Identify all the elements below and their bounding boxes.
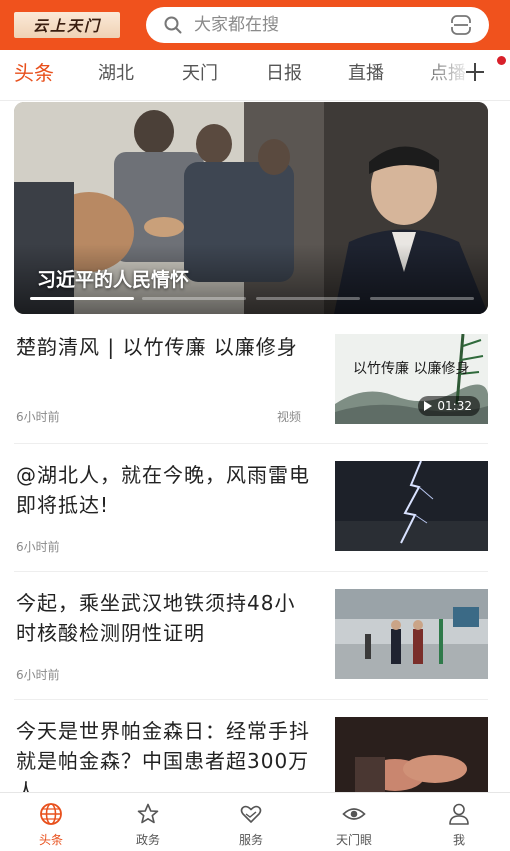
play-icon: [424, 401, 433, 411]
news-time: 6小时前: [16, 540, 60, 554]
globe-icon: [40, 803, 62, 825]
news-title: 今起，乘坐武汉地铁须持48小时核酸检测阴性证明: [16, 591, 296, 645]
news-thumbnail: [335, 461, 488, 551]
user-icon: [449, 803, 469, 825]
notification-dot: [497, 56, 506, 65]
headline-banner[interactable]: 习近平的人民情怀: [14, 102, 488, 314]
nav-government[interactable]: 政务: [97, 793, 199, 851]
scan-icon[interactable]: [450, 14, 472, 36]
nav-headlines[interactable]: 头条: [0, 793, 102, 851]
news-thumbnail: [335, 589, 488, 679]
banner-caption: 习近平的人民情怀: [37, 269, 190, 291]
video-duration: 01:32: [418, 396, 480, 416]
news-item[interactable]: 今起，乘坐武汉地铁须持48小时核酸检测阴性证明 6小时前: [14, 588, 488, 684]
tab-daily[interactable]: 日报: [266, 62, 302, 86]
search-bar[interactable]: 大家都在搜: [146, 7, 489, 43]
tab-tianmen[interactable]: 天门: [182, 62, 218, 86]
news-title: 楚韵清风 | 以竹传廉 以廉修身: [16, 335, 298, 359]
news-thumbnail: 以竹传廉 以廉修身 01:32: [335, 334, 488, 424]
divider: [14, 571, 488, 572]
news-title: @湖北人，就在今晚，风雨雷电即将抵达!: [16, 463, 310, 517]
app-header: 云上天门 大家都在搜: [0, 0, 510, 50]
tab-headlines[interactable]: 头条: [14, 61, 54, 85]
search-placeholder: 大家都在搜: [194, 15, 279, 35]
nav-label: 我: [452, 833, 465, 847]
divider: [14, 699, 488, 700]
news-item[interactable]: 楚韵清风 | 以竹传廉 以廉修身 6小时前 视频 以竹传廉 以廉修身 01:32: [14, 332, 488, 428]
tab-live[interactable]: 直播: [348, 62, 384, 86]
nav-label: 头条: [38, 833, 63, 847]
banner-dot-3: [256, 297, 360, 300]
duration-text: 01:32: [437, 399, 472, 413]
eye-icon: [342, 808, 366, 820]
news-time: 6小时前: [16, 668, 60, 682]
thumbnail-text: 以竹传廉 以廉修身: [353, 361, 470, 377]
nav-label: 天门眼: [335, 833, 372, 847]
news-item[interactable]: @湖北人，就在今晚，风雨雷电即将抵达! 6小时前: [14, 460, 488, 556]
news-time: 6小时前: [16, 410, 60, 424]
nav-services[interactable]: 服务: [200, 793, 302, 851]
star-icon: [137, 803, 159, 824]
nav-label: 服务: [238, 833, 263, 847]
nav-tianmen-eye[interactable]: 天门眼: [303, 793, 405, 851]
tab-hubei[interactable]: 湖北: [98, 62, 134, 86]
news-item[interactable]: 今天是世界帕金森日：经常手抖就是帕金森？中国患者超300万人: [14, 716, 488, 807]
divider: [14, 443, 488, 444]
banner-dot-4: [370, 297, 474, 300]
plus-icon[interactable]: [463, 60, 487, 84]
app-logo-text: 云上天门: [32, 16, 101, 35]
search-icon: [164, 16, 182, 34]
banner-indicator: [30, 297, 474, 300]
nav-me[interactable]: 我: [408, 793, 510, 851]
banner-dot-1: [30, 297, 134, 300]
channel-tabs: 头条 湖北 天门 日报 直播 点播: [0, 50, 510, 101]
heart-hands-icon: [240, 805, 262, 823]
app-logo[interactable]: 云上天门: [14, 12, 120, 38]
nav-label: 政务: [135, 833, 160, 847]
news-tag: 视频: [277, 410, 302, 424]
banner-dot-2: [142, 297, 246, 300]
bottom-navigation: 头条 政务 服务 天门眼 我: [0, 792, 510, 851]
